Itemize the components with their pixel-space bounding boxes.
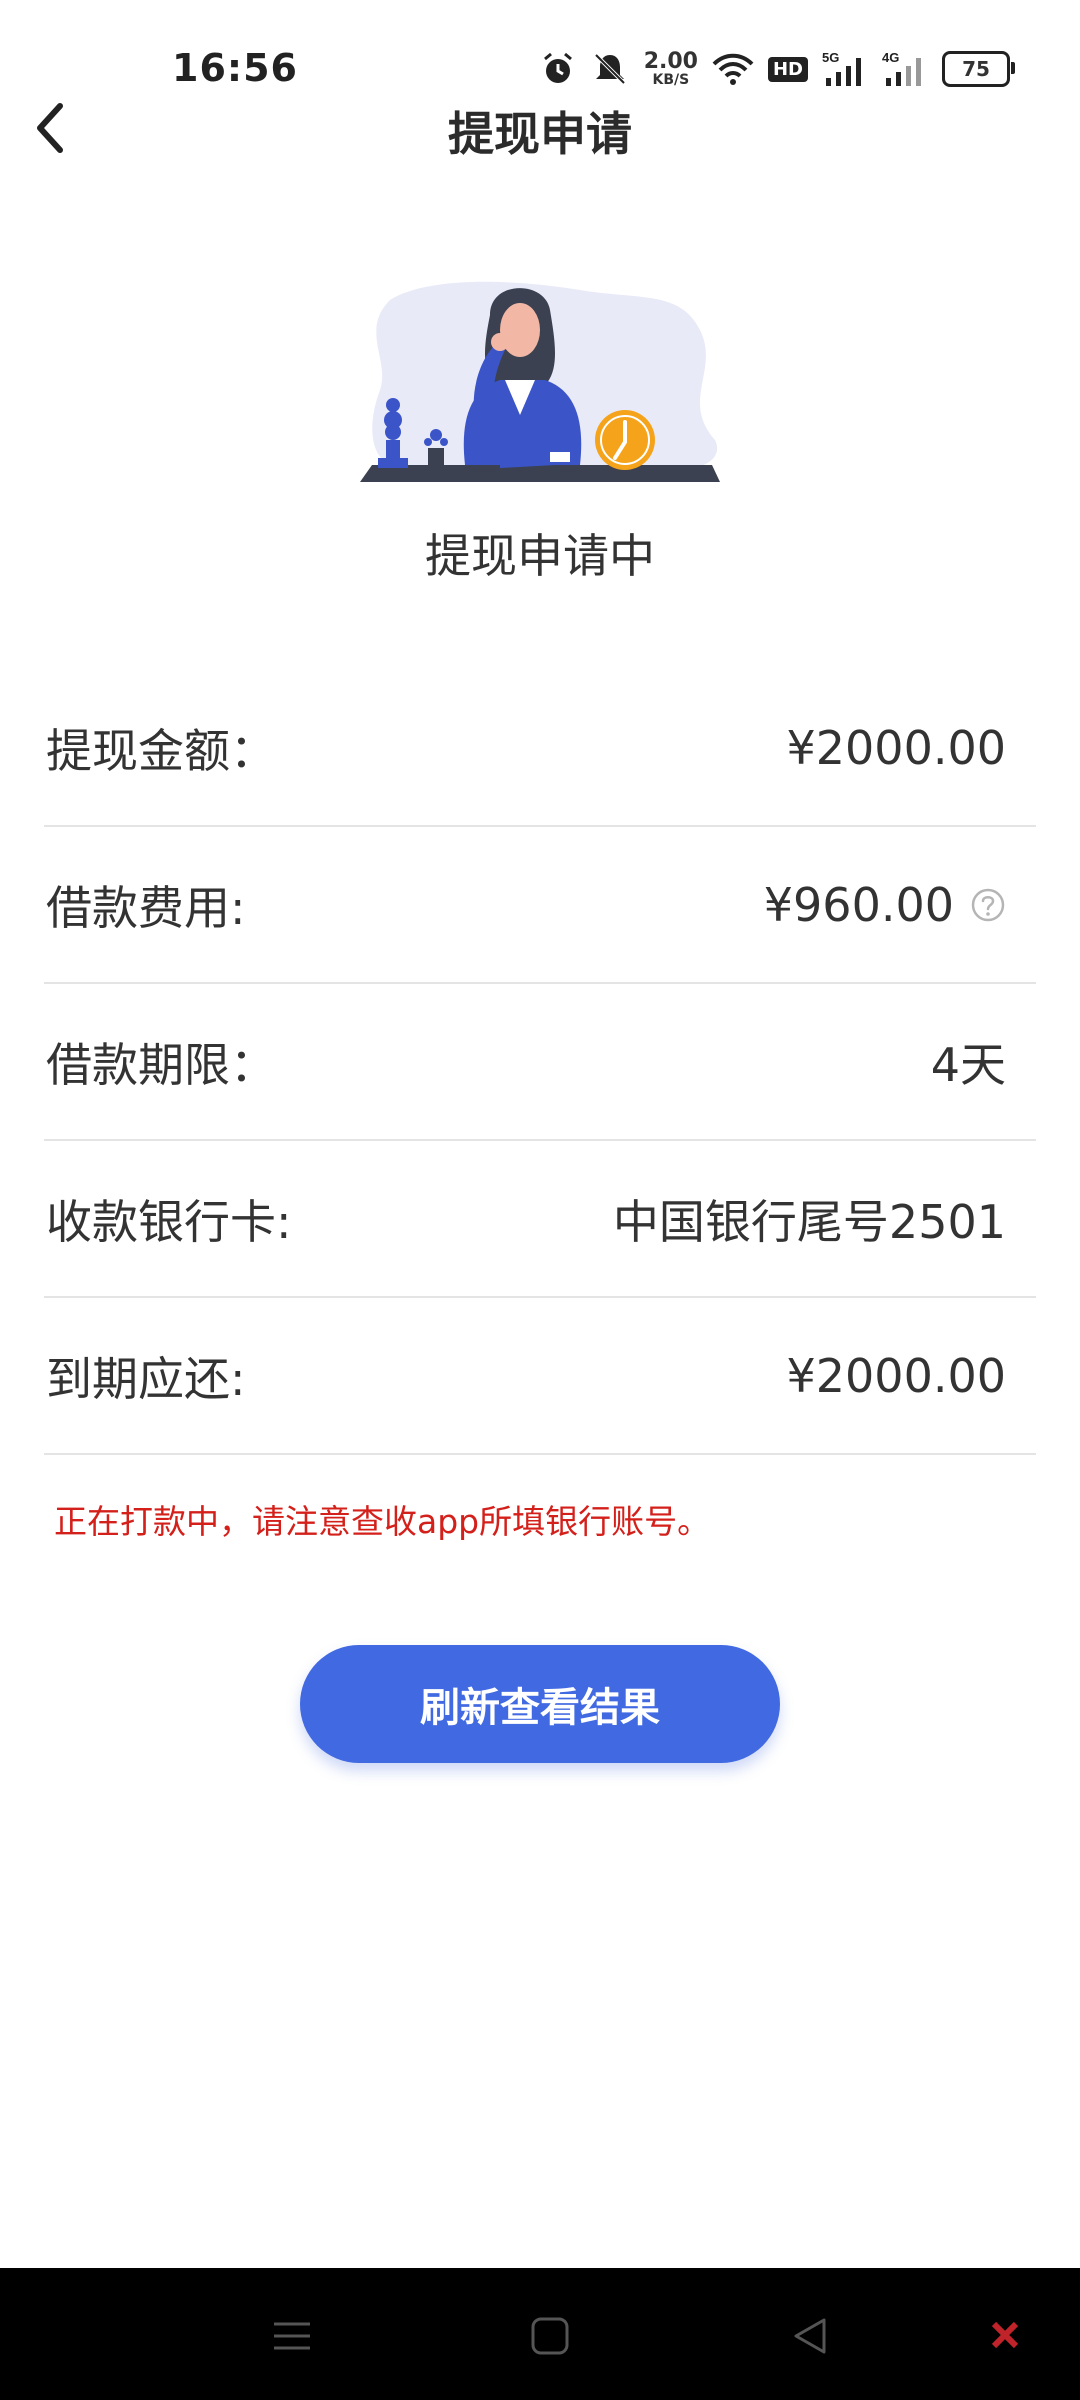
detail-label: 收款银行卡: <box>46 1194 292 1249</box>
battery-icon: 75 <box>942 51 1015 87</box>
question-circle-icon[interactable] <box>970 887 1006 923</box>
home-button[interactable] <box>520 2306 580 2366</box>
notice-text: 正在打款中，请注意查收app所填银行账号。 <box>54 1502 711 1541</box>
status-icons: 2.00 KB/S HD 5G 4G 75 <box>540 44 1015 94</box>
detail-row-loan-fee: 借款费用: ¥960.00 <box>44 827 1036 984</box>
svg-text:5G: 5G <box>822 50 839 65</box>
detail-value: 4天 <box>930 1037 1006 1092</box>
alarm-icon <box>540 51 576 87</box>
refresh-result-button[interactable]: 刷新查看结果 <box>300 1645 780 1763</box>
detail-label: 借款费用: <box>46 880 246 935</box>
status-caption: 提现申请中 <box>425 529 655 583</box>
detail-value-wrapper: ¥960.00 <box>764 878 1036 932</box>
home-square-icon <box>531 2317 569 2355</box>
detail-value: 中国银行尾号2501 <box>612 1194 1006 1249</box>
net-speed: 2.00 KB/S <box>643 49 698 88</box>
back-triangle-icon <box>794 2318 826 2354</box>
detail-value: ¥960.00 <box>763 877 954 932</box>
net-speed-unit: KB/S <box>652 72 690 88</box>
illustration <box>350 270 730 490</box>
hd-badge: HD <box>767 56 808 82</box>
header: 提现申请 <box>0 90 1080 170</box>
detail-row-withdraw-amount: 提现金额： ¥2000.00 <box>44 670 1036 827</box>
nav-back-button[interactable] <box>780 2306 840 2366</box>
page-title: 提现申请 <box>448 107 632 161</box>
watermark-logo <box>990 2320 1020 2350</box>
svg-text:4G: 4G <box>882 50 899 65</box>
detail-value: ¥2000.00 <box>786 1348 1007 1403</box>
detail-label: 借款期限： <box>46 1037 276 1092</box>
detail-value: ¥2000.00 <box>786 720 1007 775</box>
screen: 16:56 2.00 KB/S HD 5G 4G 75 提现申请 提现申请中 提… <box>0 0 1080 2400</box>
detail-row-due-amount: 到期应还: ¥2000.00 <box>44 1298 1036 1455</box>
menu-icon <box>274 2322 310 2350</box>
menu-button[interactable] <box>262 2306 322 2366</box>
wifi-icon <box>712 52 754 86</box>
details-list: 提现金额： ¥2000.00 借款费用: ¥960.00 借款期限： 4天 收款… <box>44 670 1036 1455</box>
signal-4g-icon: 4G <box>882 50 928 88</box>
detail-row-bank-card: 收款银行卡: 中国银行尾号2501 <box>44 1141 1036 1298</box>
watermark-icon <box>991 2321 1019 2349</box>
status-time: 16:56 <box>172 46 298 90</box>
detail-label: 到期应还: <box>46 1351 246 1406</box>
detail-label: 提现金额： <box>46 723 276 778</box>
mute-icon <box>590 51 630 87</box>
net-speed-value: 2.00 <box>643 49 698 74</box>
signal-5g-icon: 5G <box>822 50 868 88</box>
detail-row-loan-term: 借款期限： 4天 <box>44 984 1036 1141</box>
navigation-bar <box>0 2268 1080 2400</box>
